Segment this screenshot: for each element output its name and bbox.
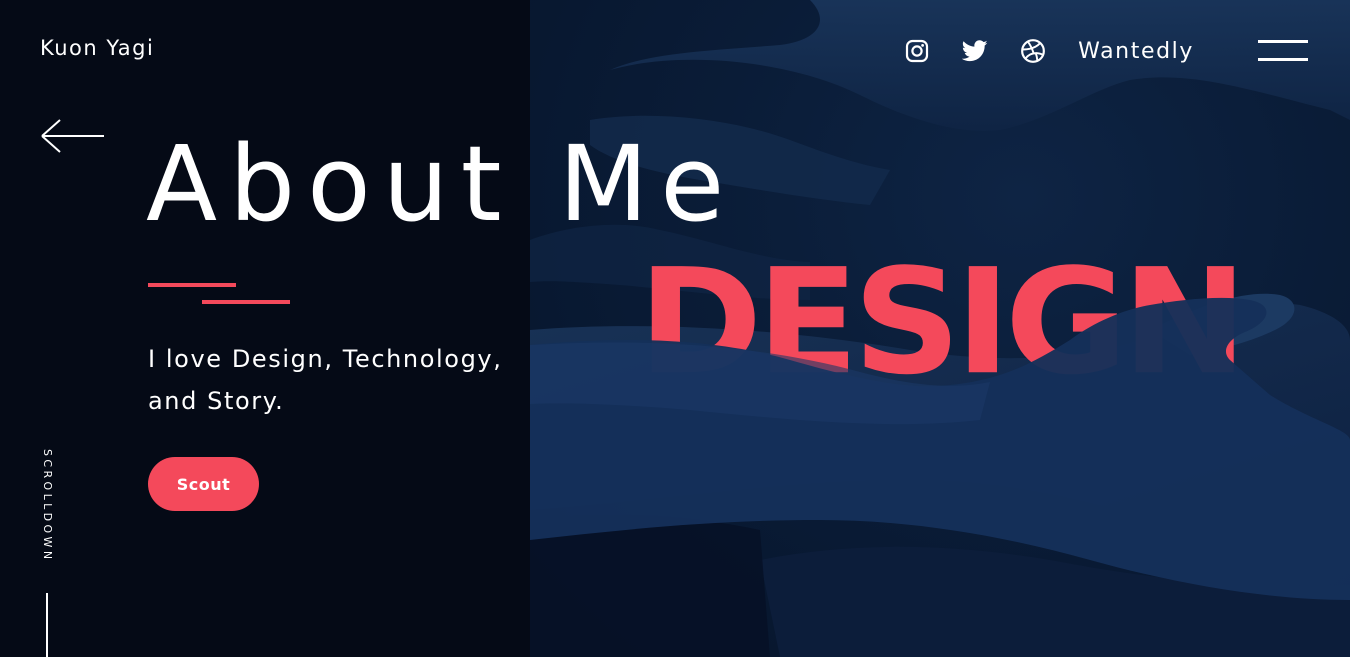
page: DESIGN Kuon Yagi About Me I love Design,… — [0, 0, 1350, 657]
back-button[interactable] — [40, 118, 106, 154]
menu-button[interactable] — [1258, 38, 1310, 64]
twitter-icon — [962, 40, 988, 62]
instagram-link[interactable] — [904, 38, 930, 64]
dribbble-link[interactable] — [1020, 38, 1046, 64]
brand-name[interactable]: Kuon Yagi — [40, 36, 154, 60]
instagram-icon — [906, 39, 929, 63]
dribbble-icon — [1021, 39, 1046, 63]
tagline-line-2: and Story. — [148, 387, 285, 415]
hamburger-menu-icon — [1258, 40, 1308, 43]
left-panel — [0, 0, 530, 657]
page-title: About Me — [146, 123, 737, 245]
hamburger-menu-icon-bar — [1258, 58, 1308, 61]
scout-button[interactable]: Scout — [148, 457, 259, 511]
wantedly-link[interactable]: Wantedly — [1078, 39, 1194, 64]
arm-overlay — [530, 297, 1350, 600]
scroll-indicator-line — [46, 593, 48, 657]
top-nav: Wantedly — [904, 26, 1310, 76]
arrow-left-icon — [41, 119, 104, 153]
accent-line-bottom — [202, 300, 290, 304]
accent-line-top — [148, 283, 236, 287]
twitter-link[interactable] — [962, 38, 988, 64]
scroll-down-label[interactable]: SCROLLDOWN — [41, 449, 54, 562]
tagline-line-1: I love Design, Technology, — [148, 345, 503, 373]
tagline: I love Design, Technology, and Story. — [148, 338, 518, 422]
hero-image: DESIGN — [530, 0, 1350, 657]
